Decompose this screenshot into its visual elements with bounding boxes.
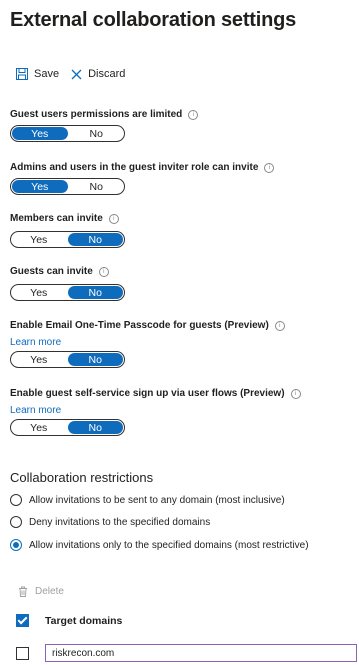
- learn-more-link[interactable]: Learn more: [10, 405, 61, 416]
- select-all-checkbox[interactable]: [16, 614, 29, 627]
- members-invite-label: Members can invite i: [10, 213, 119, 224]
- info-icon[interactable]: i: [98, 266, 109, 277]
- radio-label: Deny invitations to the specified domain…: [29, 516, 211, 528]
- guest-permissions-label: Guest users permissions are limited i: [10, 109, 199, 120]
- members-invite-toggle[interactable]: Yes No: [10, 231, 125, 248]
- domain-checkbox[interactable]: [16, 646, 29, 660]
- target-domains-header: Target domains: [16, 614, 122, 627]
- save-label: Save: [34, 68, 60, 80]
- command-bar: Save Discard: [16, 65, 137, 83]
- close-icon: [71, 69, 82, 79]
- toggle-no[interactable]: No: [67, 353, 123, 366]
- toggle-yes[interactable]: Yes: [11, 352, 67, 367]
- toggle-yes[interactable]: Yes: [11, 420, 67, 435]
- radio-allow-any-domain[interactable]: Allow invitations to be sent to any doma…: [10, 494, 285, 506]
- toggle-no[interactable]: No: [67, 421, 123, 434]
- discard-label: Discard: [88, 68, 126, 80]
- toggle-yes[interactable]: Yes: [12, 180, 68, 193]
- delete-label: Delete: [35, 586, 64, 597]
- info-icon[interactable]: i: [264, 162, 275, 173]
- save-button[interactable]: Save: [16, 68, 59, 80]
- toggle-yes[interactable]: Yes: [11, 285, 67, 300]
- radio-button[interactable]: [10, 516, 22, 528]
- radio-button[interactable]: [10, 539, 22, 551]
- page-title: External collaboration settings: [10, 9, 297, 31]
- radio-label: Allow invitations to be sent to any doma…: [29, 494, 285, 506]
- admins-invite-label: Admins and users in the guest inviter ro…: [10, 162, 275, 173]
- domain-row: riskrecon.com: [16, 644, 357, 662]
- self-service-signup-label: Enable guest self-service sign up via us…: [10, 388, 301, 399]
- self-service-signup-toggle[interactable]: Yes No: [10, 419, 125, 436]
- info-icon[interactable]: i: [290, 388, 301, 399]
- info-icon[interactable]: i: [108, 213, 119, 224]
- toggle-no[interactable]: No: [69, 179, 125, 194]
- radio-button[interactable]: [10, 494, 22, 506]
- toggle-no[interactable]: No: [67, 233, 123, 246]
- save-icon: [16, 68, 28, 80]
- radio-deny-specified-domains[interactable]: Deny invitations to the specified domain…: [10, 516, 210, 528]
- toggle-no[interactable]: No: [67, 286, 123, 299]
- email-otp-toggle[interactable]: Yes No: [10, 351, 125, 368]
- toggle-yes[interactable]: Yes: [11, 232, 67, 247]
- email-otp-label: Enable Email One-Time Passcode for guest…: [10, 320, 285, 331]
- target-domains-label: Target domains: [45, 614, 123, 627]
- radio-allow-only-specified-domains[interactable]: Allow invitations only to the specified …: [10, 539, 309, 551]
- toggle-no[interactable]: No: [69, 126, 125, 141]
- collaboration-restrictions-title: Collaboration restrictions: [10, 470, 154, 485]
- guest-permissions-toggle[interactable]: Yes No: [10, 125, 125, 142]
- info-icon[interactable]: i: [274, 320, 285, 331]
- admins-invite-toggle[interactable]: Yes No: [10, 178, 125, 195]
- trash-icon: [19, 586, 27, 597]
- delete-button[interactable]: Delete: [18, 586, 64, 597]
- guests-invite-label: Guests can invite i: [10, 266, 109, 277]
- radio-label: Allow invitations only to the specified …: [29, 539, 309, 551]
- info-icon[interactable]: i: [188, 109, 199, 120]
- toggle-yes[interactable]: Yes: [12, 127, 68, 140]
- guests-invite-toggle[interactable]: Yes No: [10, 284, 125, 301]
- learn-more-link[interactable]: Learn more: [10, 337, 61, 348]
- discard-button[interactable]: Discard: [71, 68, 125, 80]
- domain-input[interactable]: riskrecon.com: [45, 644, 357, 662]
